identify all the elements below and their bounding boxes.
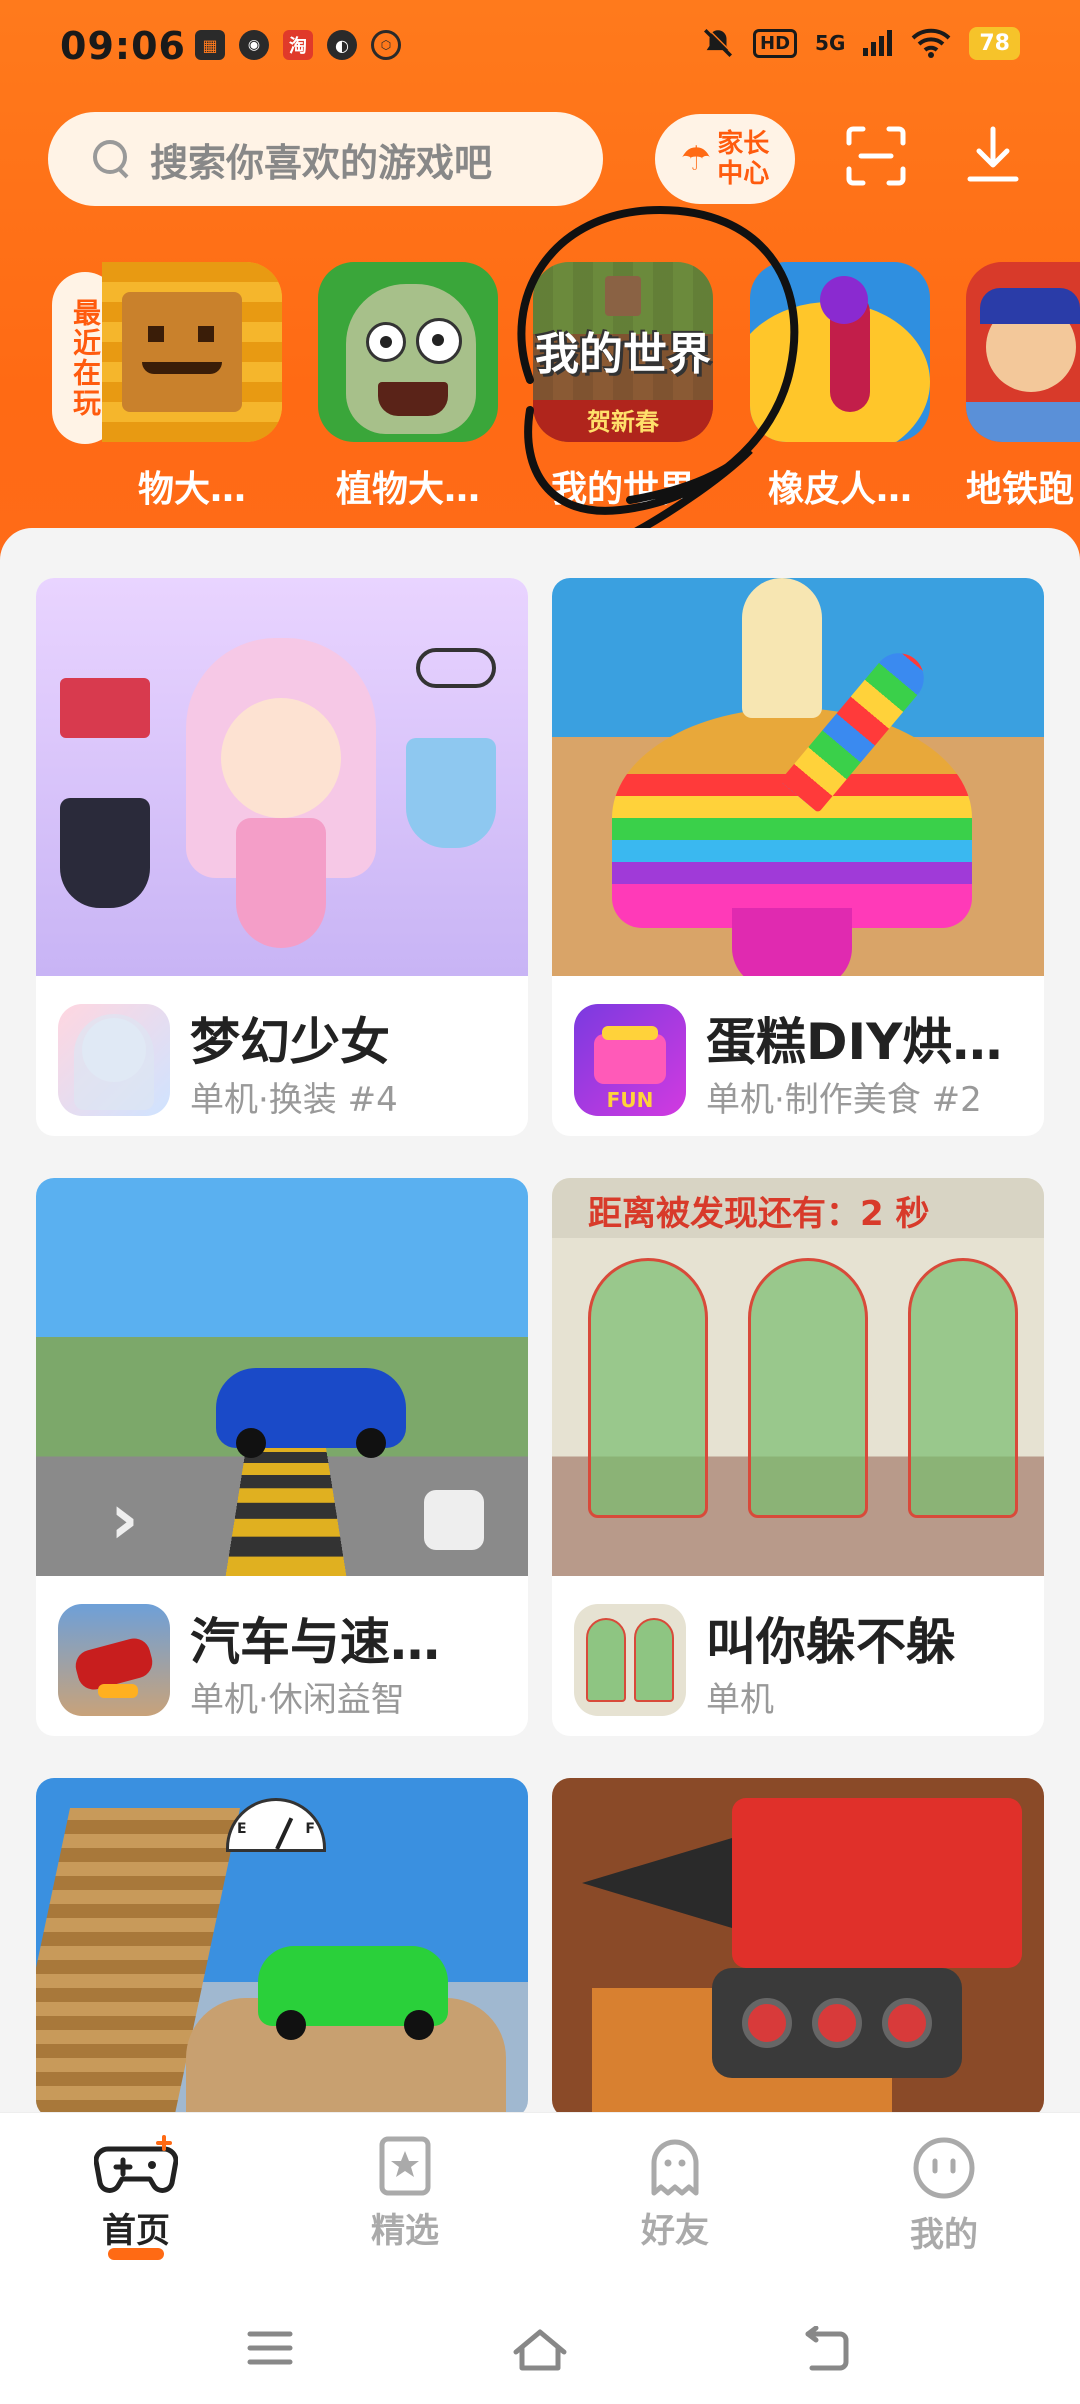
game-subtitle: 单机·休闲益智 <box>190 1680 405 1720</box>
active-tab-indicator <box>108 2248 164 2260</box>
recent-game-5[interactable]: 地铁跑 <box>966 262 1080 512</box>
wechat-icon: ◉ <box>239 30 269 60</box>
game-feed: 梦幻少女 单机·换装 #4 FUN 蛋糕DIY烘… 单机·制作美食 #2 › 汽… <box>0 528 1080 2118</box>
ghost-icon <box>651 2139 699 2196</box>
pedal-icon[interactable] <box>424 1490 484 1550</box>
rubber-man-icon <box>750 262 930 442</box>
nav-label: 好友 <box>641 2211 709 2251</box>
chevron-right-icon[interactable]: › <box>110 1478 139 1560</box>
game-card-5[interactable]: E F <box>36 1778 528 2118</box>
parent-center-line2: 中心 <box>717 159 770 189</box>
system-nav-bar <box>0 2296 1080 2404</box>
header: 09:06 ▦ ◉ 淘 ◐ ⬡ HD 5G 78 搜索你喜欢的游戏吧 ☂ 家长 … <box>0 0 1080 560</box>
game-title: 汽车与速… <box>190 1613 440 1671</box>
app-notification-icon: ▦ <box>195 30 225 60</box>
recent-game-4[interactable]: 橡皮人… <box>750 262 930 512</box>
minecraft-sub-text: 贺新春 <box>587 408 659 436</box>
dress-up-preview <box>36 578 528 976</box>
search-input[interactable]: 搜索你喜欢的游戏吧 <box>48 112 603 206</box>
nav-label: 精选 <box>371 2211 439 2251</box>
game-title: 梦幻少女 <box>190 1013 390 1071</box>
minecraft-logo-text: 我的世界 <box>535 329 711 380</box>
game-card-1[interactable]: 梦幻少女 单机·换装 #4 <box>36 578 528 1136</box>
card-info: 叫你躲不躲 单机 <box>552 1576 1044 1736</box>
fuel-e-label: E <box>237 1821 247 1837</box>
smiley-icon <box>913 2137 975 2199</box>
ramp-car-preview: E F <box>36 1778 528 2118</box>
hexagon-icon: ⬡ <box>371 30 401 60</box>
wifi-icon <box>911 28 951 58</box>
parent-center-button[interactable]: ☂ 家长 中心 <box>655 114 795 204</box>
drill-preview <box>552 1778 1044 2118</box>
game-card-2[interactable]: FUN 蛋糕DIY烘… 单机·制作美食 #2 <box>552 578 1044 1136</box>
signal-icon <box>863 30 893 56</box>
umbrella-icon: ☂ <box>680 139 712 179</box>
download-icon[interactable] <box>962 125 1024 187</box>
parent-center-line1: 家长 <box>717 129 770 159</box>
hide-seek-preview: 距离被发现还有：2 秒 <box>552 1178 1044 1576</box>
menu-icon[interactable] <box>246 2326 294 2370</box>
recent-game-name: 物大… <box>137 469 246 510</box>
fuel-f-label: F <box>305 1821 315 1837</box>
game-card-6[interactable] <box>552 1778 1044 2118</box>
recent-game-name: 地铁跑 <box>966 469 1075 510</box>
network-label: 5G <box>815 31 846 55</box>
game-icon: FUN <box>574 1004 686 1116</box>
game-title: 蛋糕DIY烘… <box>706 1013 1003 1071</box>
cake-preview <box>552 578 1044 976</box>
card-info: 汽车与速… 单机·休闲益智 <box>36 1576 528 1736</box>
battery-indicator: 78 <box>969 26 1020 60</box>
game-subtitle: 单机·换装 #4 <box>190 1080 398 1120</box>
nav-tab-me[interactable]: 我的 <box>864 2135 1024 2256</box>
system-icons: HD 5G 78 <box>701 26 1020 60</box>
nav-tab-friends[interactable]: 好友 <box>595 2135 755 2252</box>
game-icon <box>58 1004 170 1116</box>
recent-game-3[interactable]: 我的世界 贺新春 我的世界 <box>533 262 713 512</box>
taobao-icon: 淘 <box>283 30 313 60</box>
game-subtitle: 单机 <box>706 1680 774 1720</box>
bottom-nav: 首页 精选 好友 我的 <box>0 2112 1080 2296</box>
recent-game-name: 我的世界 <box>550 469 695 510</box>
nav-tab-home[interactable]: 首页 <box>56 2135 216 2260</box>
nav-tab-featured[interactable]: 精选 <box>325 2135 485 2252</box>
recent-game-2[interactable]: 植物大… <box>318 262 498 512</box>
recent-label-text: 最近在玩 <box>69 298 102 418</box>
countdown-text: 距离被发现还有：2 秒 <box>588 1194 930 1234</box>
home-icon[interactable] <box>510 2326 570 2374</box>
card-info: FUN 蛋糕DIY烘… 单机·制作美食 #2 <box>552 976 1044 1136</box>
recent-game-name: 橡皮人… <box>767 469 912 510</box>
game-icon <box>574 1604 686 1716</box>
parent-center-label: 家长 中心 <box>717 129 769 189</box>
star-bookmark-icon <box>379 2136 431 2196</box>
card-info: 梦幻少女 单机·换装 #4 <box>36 976 528 1136</box>
status-time: 09:06 <box>60 24 186 68</box>
recent-game-1[interactable]: 物大… <box>102 262 282 512</box>
search-placeholder: 搜索你喜欢的游戏吧 <box>150 140 493 185</box>
mute-bell-icon <box>704 27 734 58</box>
zombie-icon <box>318 262 498 442</box>
hd-badge: HD <box>753 28 798 58</box>
minecraft-icon: 我的世界 贺新春 <box>533 262 713 442</box>
game-subtitle: 单机·制作美食 #2 <box>706 1080 982 1120</box>
recent-game-name: 植物大… <box>335 469 480 510</box>
game-card-4[interactable]: 距离被发现还有：2 秒 叫你躲不躲 单机 <box>552 1178 1044 1736</box>
fuel-gauge-icon: E F <box>226 1798 326 1852</box>
game-icon <box>58 1604 170 1716</box>
nav-label: 首页 <box>102 2211 170 2251</box>
sunflower-icon <box>102 262 282 442</box>
game-title: 叫你躲不躲 <box>706 1613 956 1671</box>
nav-label: 我的 <box>910 2215 978 2255</box>
scan-icon[interactable] <box>845 125 907 187</box>
search-icon <box>90 137 134 181</box>
icon-fun-text: FUN <box>606 1088 654 1112</box>
notification-icons: ▦ ◉ 淘 ◐ ⬡ <box>195 30 401 60</box>
back-icon[interactable] <box>798 2326 850 2374</box>
status-bar: 09:06 ▦ ◉ 淘 ◐ ⬡ HD 5G 78 <box>0 0 1080 100</box>
game-card-3[interactable]: › 汽车与速… 单机·休闲益智 <box>36 1178 528 1736</box>
car-preview: › <box>36 1178 528 1576</box>
compass-icon: ◐ <box>327 30 357 60</box>
subway-icon <box>966 262 1080 442</box>
gamepad-icon <box>94 2135 178 2193</box>
